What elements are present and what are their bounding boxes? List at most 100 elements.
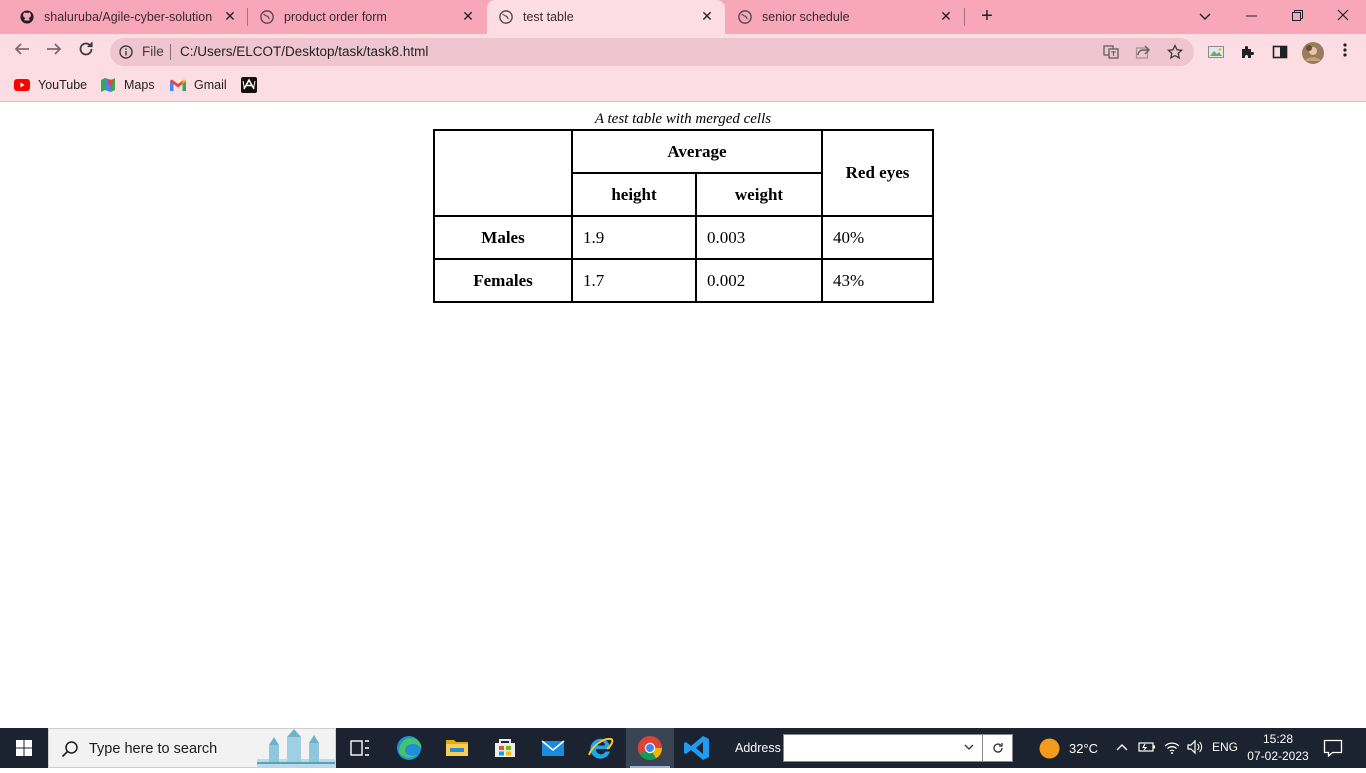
vscode-app[interactable] [674, 728, 722, 768]
reload-button[interactable] [74, 40, 98, 64]
vscode-icon [684, 736, 709, 760]
internet-explorer-app[interactable] [577, 728, 625, 768]
minimize-button[interactable] [1239, 5, 1263, 27]
side-panel-icon[interactable] [1272, 44, 1288, 60]
table-row: Males 1.9 0.003 40% [433, 215, 934, 260]
empty-header-cell [433, 129, 573, 217]
tab-strip: shaluruba/Agile-cyber-solution ✕ product… [0, 0, 1366, 34]
tab-senior-schedule[interactable]: senior schedule ✕ [726, 0, 964, 34]
tab-title: test table [523, 10, 574, 24]
store-app[interactable] [481, 728, 529, 768]
tab-divider [964, 8, 965, 26]
clock[interactable]: 15:28 07-02-2023 [1244, 731, 1312, 765]
edge-app[interactable] [385, 728, 433, 768]
cell-red-eyes: 43% [821, 258, 934, 303]
close-tab-icon[interactable]: ✕ [699, 8, 715, 24]
file-explorer-app[interactable] [433, 728, 481, 768]
edge-icon [397, 736, 422, 760]
language-indicator[interactable]: ENG [1212, 740, 1238, 754]
table-caption: A test table with merged cells [594, 111, 772, 127]
bookmark-youtube[interactable]: YouTube [14, 77, 87, 93]
gmail-icon [170, 79, 186, 91]
start-button[interactable] [0, 728, 48, 768]
tab-product-order-form[interactable]: product order form ✕ [248, 0, 486, 34]
folder-icon [446, 740, 468, 756]
bookmarks-bar: YouTube Maps Gmail [0, 70, 1366, 102]
profile-avatar[interactable] [1302, 42, 1324, 64]
restore-button[interactable] [1285, 5, 1309, 27]
search-placeholder: Type here to search [89, 741, 218, 757]
address-bar[interactable]: File C:/Users/ELCOT/Desktop/task/task8.h… [110, 38, 1194, 66]
forward-button[interactable] [42, 40, 66, 64]
browser-toolbar: File C:/Users/ELCOT/Desktop/task/task8.h… [0, 34, 1366, 70]
data-table: Average Red eyes height weight Males 1.9… [433, 129, 934, 303]
cell-height: 1.7 [571, 258, 697, 303]
youtube-icon [14, 79, 30, 91]
bookmark-maps[interactable]: Maps [100, 77, 155, 93]
scheme-label: File [142, 44, 164, 59]
chevron-down-icon[interactable] [964, 739, 974, 753]
taskbar-search[interactable]: Type here to search [48, 728, 336, 768]
internet-explorer-icon [588, 737, 614, 759]
bookmark-star-icon[interactable] [1167, 44, 1183, 60]
cell-weight: 0.002 [695, 258, 823, 303]
close-tab-icon[interactable]: ✕ [460, 8, 476, 24]
address-toolbar-input[interactable] [783, 734, 983, 762]
header-average: Average [571, 129, 823, 174]
tab-github[interactable]: shaluruba/Agile-cyber-solution ✕ [8, 0, 248, 34]
chrome-menu-icon[interactable] [1333, 40, 1357, 64]
globe-icon [738, 10, 752, 24]
tab-search-chevron-icon[interactable] [1193, 5, 1217, 27]
tab-title: shaluruba/Agile-cyber-solution [44, 10, 213, 24]
notifications-icon[interactable] [1323, 739, 1343, 757]
cell-height: 1.9 [571, 215, 697, 260]
chrome-icon [637, 736, 662, 761]
address-toolbar-label: Address [735, 741, 781, 755]
close-tab-icon[interactable]: ✕ [938, 8, 954, 24]
volume-icon[interactable] [1186, 739, 1204, 755]
battery-icon[interactable] [1138, 740, 1156, 754]
share-icon[interactable] [1135, 44, 1151, 60]
chevron-up-icon[interactable] [1116, 742, 1128, 752]
translate-icon[interactable] [1103, 44, 1119, 60]
extensions-puzzle-icon[interactable] [1240, 44, 1256, 60]
windows-taskbar: Type here to search Address 32°C ENG 15:… [0, 728, 1366, 768]
globe-icon [499, 10, 513, 24]
store-icon [495, 739, 515, 757]
bookmark-label: YouTube [38, 78, 88, 92]
app-icon [241, 77, 257, 93]
url-text[interactable]: C:/Users/ELCOT/Desktop/task/task8.html [180, 44, 428, 59]
header-red-eyes: Red eyes [821, 129, 934, 217]
bookmark-label: Gmail [194, 78, 227, 92]
close-tab-icon[interactable]: ✕ [222, 8, 238, 24]
info-icon[interactable] [119, 45, 133, 59]
task-view-icon [350, 740, 369, 756]
cell-weight: 0.003 [695, 215, 823, 260]
chrome-app[interactable] [626, 728, 674, 768]
maps-icon [101, 78, 115, 92]
globe-icon [260, 10, 274, 24]
mail-icon [541, 740, 565, 756]
header-height: height [571, 172, 697, 217]
clock-date: 07-02-2023 [1247, 749, 1309, 763]
row-header-males: Males [433, 215, 573, 260]
tab-title: senior schedule [762, 10, 850, 24]
close-window-button[interactable] [1331, 5, 1355, 27]
mail-app[interactable] [529, 728, 577, 768]
new-tab-button[interactable]: + [977, 6, 997, 27]
bookmark-gmail[interactable]: Gmail [170, 77, 227, 93]
weather-temperature[interactable]: 32°C [1069, 741, 1098, 756]
weather-sun-icon[interactable] [1039, 738, 1060, 759]
search-icon [61, 741, 78, 758]
image-extension-icon[interactable] [1208, 44, 1224, 60]
task-view-button[interactable] [336, 728, 384, 768]
address-go-button[interactable] [983, 734, 1013, 762]
cell-red-eyes: 40% [821, 215, 934, 260]
bookmark-app[interactable] [241, 77, 265, 93]
row-header-females: Females [433, 258, 573, 303]
back-button[interactable] [10, 40, 34, 64]
github-icon [20, 10, 34, 24]
clock-time: 15:28 [1262, 732, 1294, 746]
tab-test-table[interactable]: test table ✕ [487, 0, 725, 34]
wifi-icon[interactable] [1163, 739, 1181, 755]
